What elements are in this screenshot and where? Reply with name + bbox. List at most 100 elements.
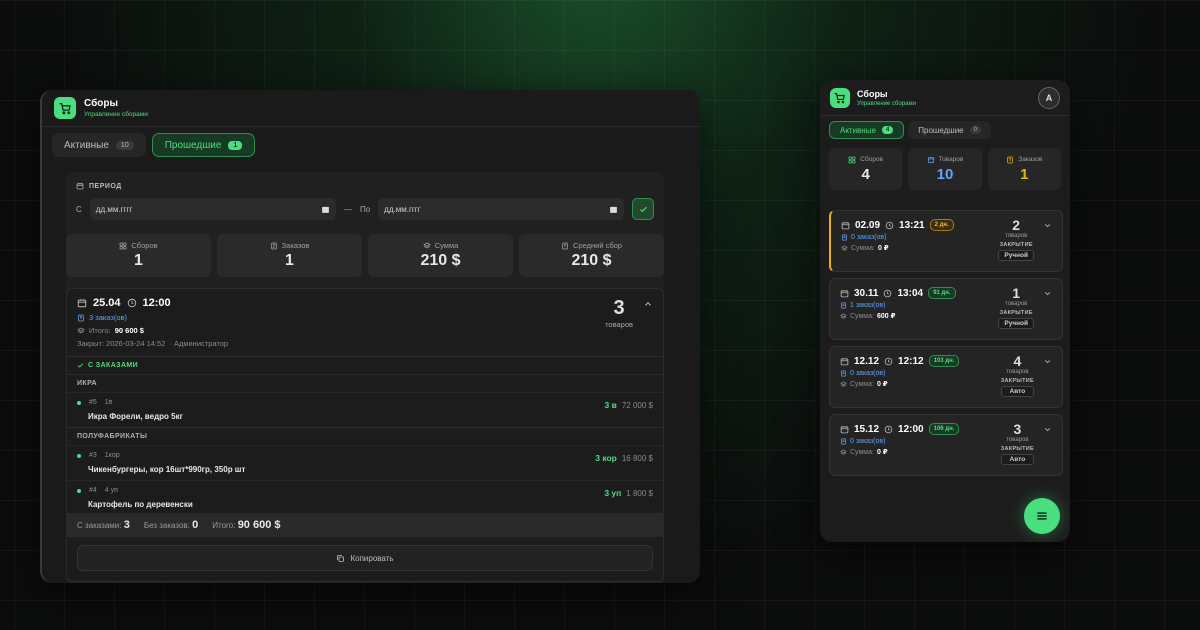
calendar-icon	[840, 357, 849, 365]
date-from-input[interactable]: дд.мм.гггг	[89, 198, 336, 220]
footer-with-label: С заказами:	[77, 521, 122, 530]
stat-value: 1	[1020, 165, 1029, 183]
layers-icon	[422, 242, 431, 248]
app-header: Сборы Управление сборами	[42, 90, 700, 127]
copy-label: Копировать	[350, 553, 394, 563]
calendar-icon	[76, 183, 84, 190]
chevron-up-icon[interactable]	[643, 299, 653, 309]
card-closing-type: Авто	[1000, 454, 1034, 465]
tab-active[interactable]: Активные 4	[829, 121, 905, 139]
tab-active[interactable]: Активные 10	[52, 133, 146, 157]
collection-card[interactable]: 12.12 12:12 103 дн. 0 заказ(ов) Сумма: 0 ₽ 4 т…	[829, 346, 1063, 408]
period-filter: ПЕРИОД С дд.мм.гггг — По дд.мм.гггг	[66, 172, 664, 230]
apply-button[interactable]	[632, 198, 654, 220]
status-dot	[77, 488, 81, 493]
calendar-picker-icon[interactable]	[321, 205, 330, 214]
grid-icon	[120, 242, 127, 249]
card-closing-label: ЗАКРЫТИЕ	[1000, 378, 1034, 384]
stat-value: 210 $	[420, 252, 461, 269]
tab-active-label: Активные	[64, 139, 109, 151]
card-sum: 0 ₽	[876, 381, 888, 388]
date-from-placeholder: дд.мм.гггг	[95, 204, 133, 214]
card-count: 1	[1012, 285, 1021, 301]
stats-row: Сборов 1 Заказов 1 Сумма 210 $ Средний с…	[66, 234, 664, 277]
footer-without-value: 0	[192, 519, 199, 531]
status-dot	[77, 453, 81, 458]
app-subtitle: Управление сборами	[84, 111, 148, 118]
document-icon	[1007, 156, 1013, 163]
group-header: ПОЛУФАБРИКАТЫ	[67, 427, 663, 445]
document-icon	[842, 234, 847, 241]
document-icon	[270, 242, 277, 249]
card-date: 02.09	[855, 219, 881, 231]
copy-button[interactable]: Копировать	[77, 545, 653, 571]
layers-icon	[77, 327, 85, 333]
order-closed-line: Закрыт: 2026-03-24 14:52 · Администратор	[77, 339, 653, 348]
layers-icon	[840, 449, 847, 455]
card-count: 2	[1012, 217, 1021, 233]
desktop-panel: Сборы Управление сборами Активные 10 Про…	[40, 90, 700, 583]
document-icon	[78, 314, 84, 321]
order-closed-by: · Администратор	[169, 339, 229, 348]
calendar-icon	[840, 425, 849, 433]
calendar-icon	[840, 289, 849, 297]
item-qty: 3 кор	[595, 453, 617, 463]
tab-active-count: 4	[881, 126, 894, 134]
footer-total-label: Итого:	[212, 521, 236, 530]
cart-icon	[830, 87, 850, 108]
order-orders: 3 заказ(ов)	[89, 313, 127, 322]
item-name: Икра Форели, ведро 5кг	[88, 412, 183, 421]
chevron-down-icon[interactable]	[1043, 221, 1052, 230]
mobile-title: Сборы	[857, 88, 888, 99]
avatar[interactable]: A	[1038, 87, 1060, 109]
main-content: ПЕРИОД С дд.мм.гггг — По дд.мм.гггг Сбор…	[66, 172, 664, 583]
calendar-picker-icon[interactable]	[609, 205, 618, 214]
days-badge: 103 дн.	[928, 355, 960, 367]
footer-without-label: Без заказов:	[143, 521, 190, 530]
stat-value: 4	[861, 165, 870, 183]
order-header[interactable]: 25.04 12:00 3 заказ(ов) Итого: 90 600 $ …	[67, 289, 663, 356]
footer-with-value: 3	[123, 519, 130, 531]
stat-products: Товаров 10	[908, 148, 982, 190]
item-qty: 3 в	[604, 400, 617, 410]
order-count-unit: товаров	[605, 320, 633, 329]
chevron-down-icon[interactable]	[1043, 357, 1052, 366]
tab-past-label: Прошедшие	[918, 125, 964, 135]
card-time: 12:12	[898, 355, 924, 367]
clock-icon	[884, 357, 893, 365]
tab-past[interactable]: Прошедшие 1	[151, 133, 256, 157]
calendar-icon	[841, 221, 850, 229]
card-orders: 1 заказ(ов)	[850, 302, 886, 309]
item-sum: 1 800 $	[626, 489, 653, 498]
chevron-down-icon[interactable]	[1043, 289, 1052, 298]
tab-past-count: 0	[969, 126, 981, 134]
chevron-down-icon[interactable]	[1043, 425, 1052, 434]
date-to-input[interactable]: дд.мм.гггг	[378, 198, 625, 220]
days-badge: 91 дн.	[928, 287, 956, 299]
item-number: #5	[89, 399, 97, 406]
period-label: ПЕРИОД	[89, 182, 122, 190]
card-closing-type: Ручной	[998, 318, 1034, 329]
card-sum-label: Сумма:	[850, 312, 874, 320]
card-closing-type: Авто	[1000, 386, 1034, 397]
card-sum-label: Сумма:	[850, 448, 874, 456]
collection-card[interactable]: 02.09 13:21 2 дн. 0 заказ(ов) Сумма: 0 ₽ 2 тов…	[829, 210, 1063, 272]
check-icon	[77, 363, 84, 368]
from-label: С	[76, 204, 82, 214]
collection-card[interactable]: 30.11 13:04 91 дн. 1 заказ(ов) Сумма: 600 ₽ 1…	[829, 278, 1063, 340]
copy-icon	[337, 554, 345, 562]
layers-icon	[841, 245, 848, 251]
item-pack: 4 уп	[104, 487, 118, 494]
collection-card[interactable]: 15.12 12:00 106 дн. 0 заказ(ов) Сумма: 0 ₽ 3 т…	[829, 414, 1063, 476]
order-date: 25.04	[93, 297, 121, 309]
period-label-row: ПЕРИОД	[76, 182, 654, 190]
stat-label: Товаров	[938, 156, 964, 163]
days-badge: 106 дн.	[928, 423, 960, 435]
menu-button[interactable]	[1024, 498, 1060, 534]
list-item: #3 1кор Чикенбургеры, кор 16шт*990гр, 350…	[67, 445, 663, 480]
card-time: 13:21	[899, 219, 925, 231]
document-icon	[841, 302, 846, 309]
order-footer: С заказами: 3 Без заказов: 0 Итого: 90 6…	[67, 513, 663, 537]
card-count-unit: товаров	[1005, 301, 1028, 307]
tab-past[interactable]: Прошедшие 0	[908, 121, 991, 139]
